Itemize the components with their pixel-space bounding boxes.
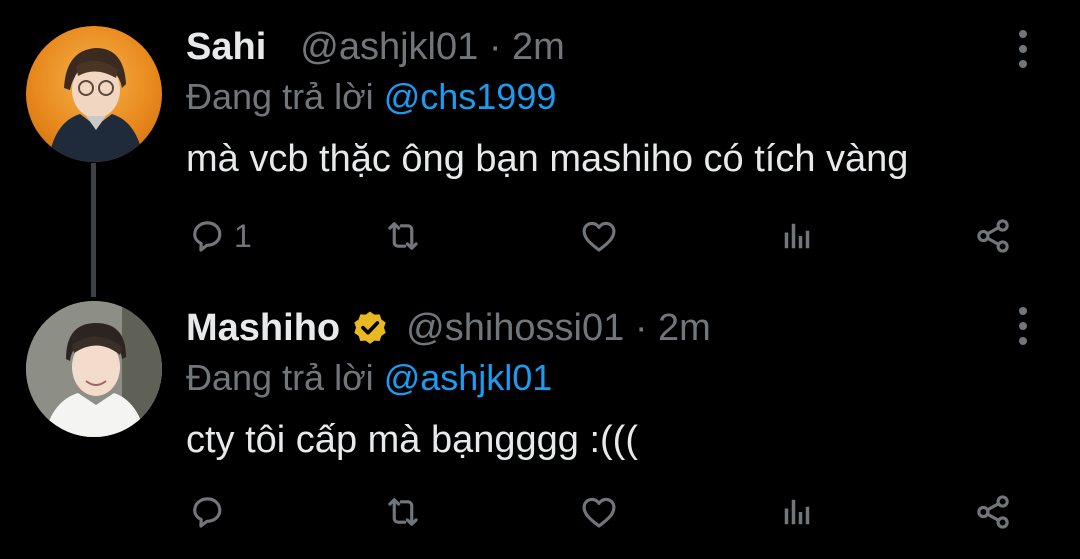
speech-bubble-icon xyxy=(193,221,222,252)
replying-to: Đang trả lời @ashjkl01 xyxy=(186,357,552,399)
avatar[interactable] xyxy=(26,301,162,437)
views-button[interactable] xyxy=(776,211,818,261)
display-name[interactable]: Mashiho xyxy=(186,307,340,350)
retweet-icon xyxy=(388,498,418,526)
timestamp[interactable]: 2m xyxy=(658,307,711,349)
separator: · xyxy=(634,307,648,349)
separator: · xyxy=(488,26,502,68)
share-icon xyxy=(977,495,1009,529)
handle-and-time[interactable]: @shihossi01 · 2m xyxy=(406,307,711,350)
heart-icon xyxy=(582,497,616,528)
reply-button[interactable] xyxy=(186,487,234,537)
heart-icon xyxy=(582,221,616,252)
reply-button[interactable]: 1 xyxy=(186,211,252,261)
avatar[interactable] xyxy=(26,26,162,162)
tweet-header: Mashiho @shihossi01 · 2m xyxy=(186,307,711,350)
tweet-text: cty tôi cấp mà bạngggg :((( xyxy=(186,419,638,461)
share-button[interactable] xyxy=(972,211,1014,261)
retweet-button[interactable] xyxy=(382,487,424,537)
more-options-icon[interactable] xyxy=(1016,30,1030,68)
views-button[interactable] xyxy=(776,487,818,537)
replying-to: Đang trả lời @chs1999 xyxy=(186,76,556,118)
tweet-header: Sahi @ashjkl01 · 2m xyxy=(186,26,565,69)
bar-chart-icon xyxy=(784,499,810,525)
handle[interactable]: @shihossi01 xyxy=(406,307,624,349)
gold-verified-badge-icon[interactable] xyxy=(350,309,390,349)
timestamp[interactable]: 2m xyxy=(512,26,565,68)
handle-and-time[interactable]: @ashjkl01 · 2m xyxy=(300,26,565,69)
like-button[interactable] xyxy=(578,487,620,537)
tweet-text: mà vcb thặc ông bạn mashiho có tích vàng xyxy=(186,138,909,180)
speech-bubble-icon xyxy=(193,497,222,528)
like-button[interactable] xyxy=(578,211,620,261)
share-icon xyxy=(977,219,1009,253)
share-button[interactable] xyxy=(972,487,1014,537)
mention-link[interactable]: @chs1999 xyxy=(384,76,557,117)
tweet-actions xyxy=(0,487,1080,537)
reply-prefix: Đang trả lời xyxy=(186,76,374,117)
reply-count: 1 xyxy=(234,217,252,254)
handle[interactable]: @ashjkl01 xyxy=(300,26,478,68)
retweet-button[interactable] xyxy=(382,211,424,261)
mention-link[interactable]: @ashjkl01 xyxy=(384,357,553,398)
retweet-icon xyxy=(388,222,418,250)
reply-prefix: Đang trả lời xyxy=(186,357,374,398)
tweet-mashiho[interactable]: Mashiho @shihossi01 · 2m Đang trả lời @a… xyxy=(0,285,1080,559)
display-name[interactable]: Sahi xyxy=(186,26,266,69)
bar-chart-icon xyxy=(784,223,810,249)
tweet-actions: 1 xyxy=(0,211,1080,261)
more-options-icon[interactable] xyxy=(1016,307,1030,345)
tweet-sahi[interactable]: Sahi @ashjkl01 · 2m Đang trả lời @chs199… xyxy=(0,0,1080,297)
